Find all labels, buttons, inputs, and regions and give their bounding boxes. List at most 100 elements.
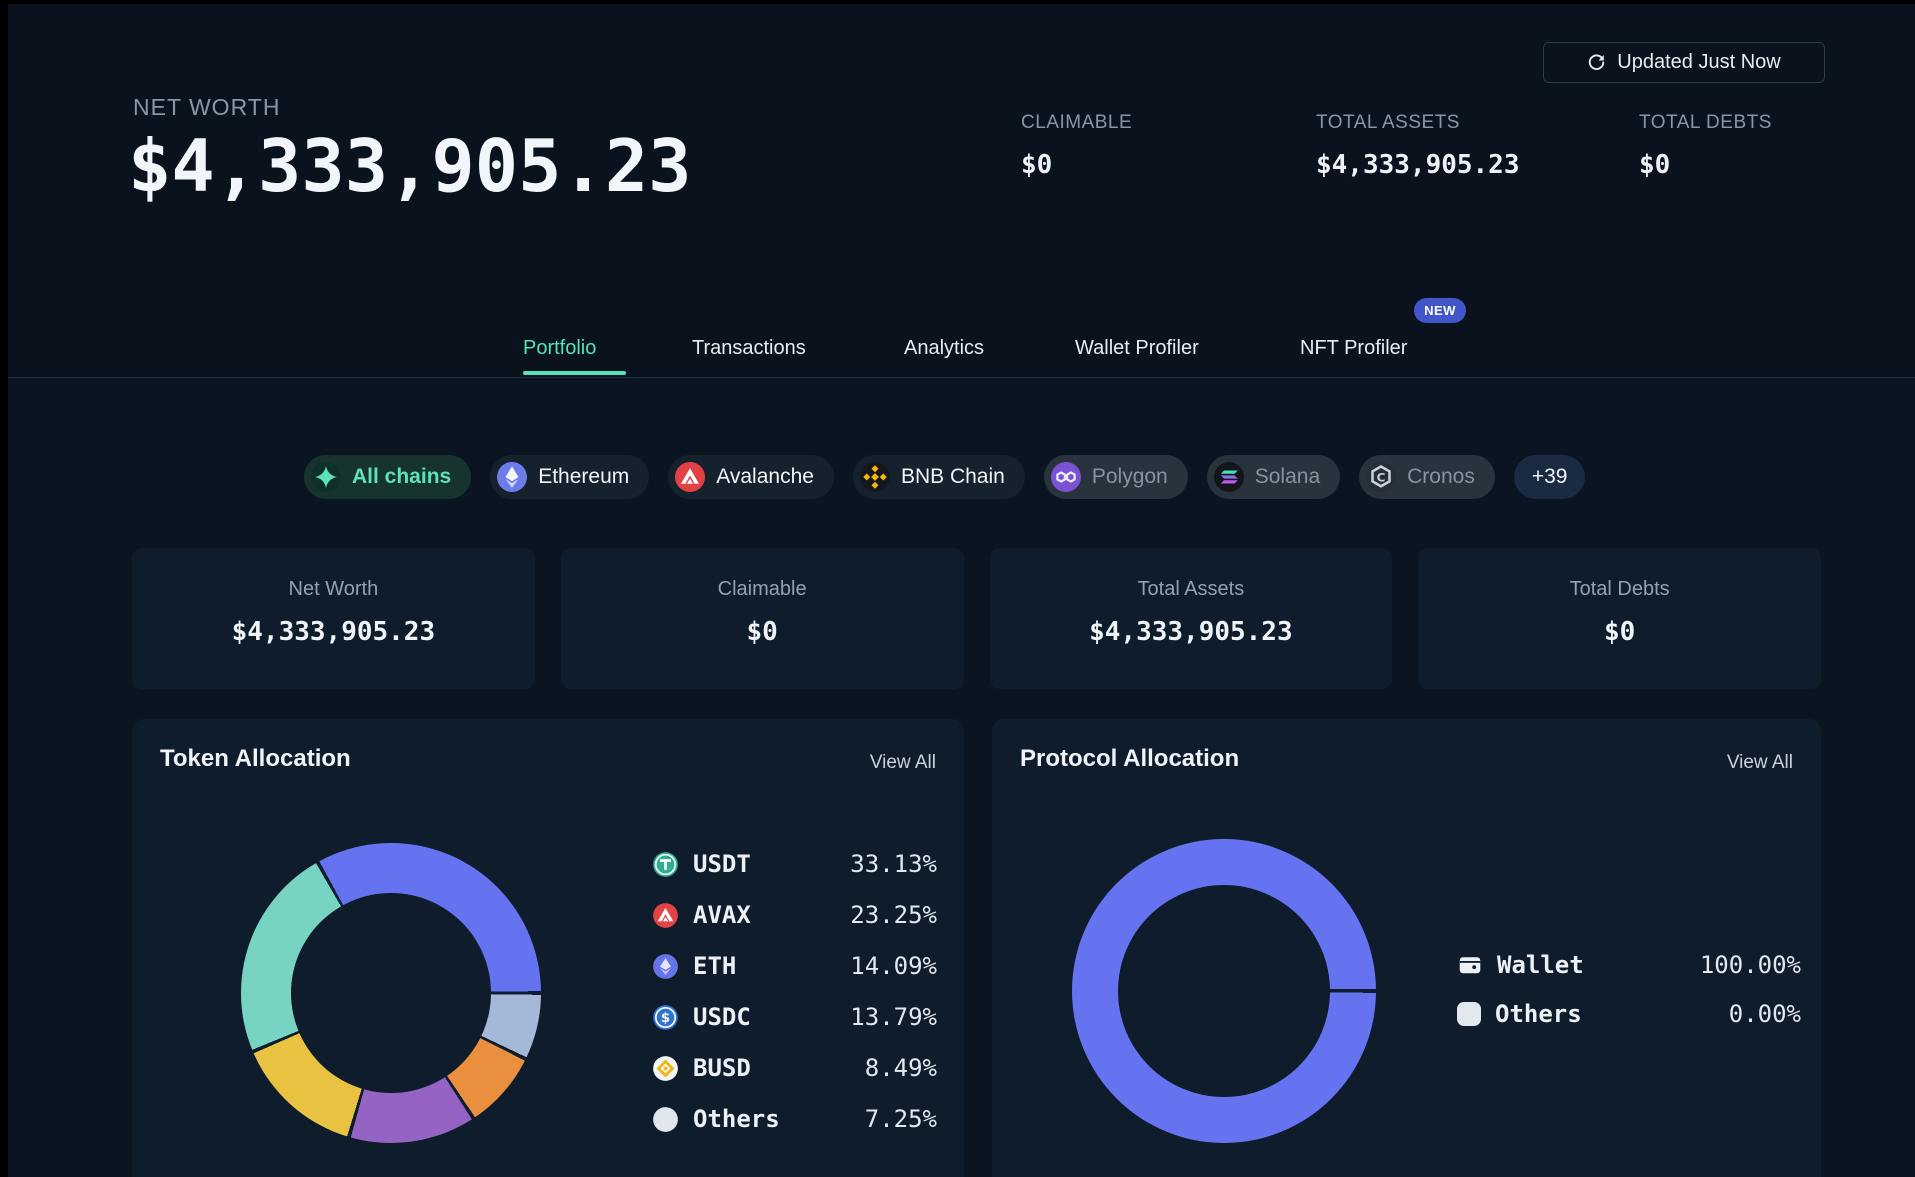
legend-row-eth: ETH 14.09%	[652, 952, 937, 980]
tab-transactions[interactable]: Transactions	[692, 337, 806, 360]
solana-logo-icon	[1214, 462, 1244, 492]
token-percent: 13.79%	[850, 1003, 937, 1031]
card-label: Total Assets	[990, 578, 1393, 601]
chain-chip-ethereum[interactable]: Ethereum	[490, 455, 649, 499]
summary-card-total-assets: Total Assets $4,333,905.23	[990, 548, 1393, 689]
card-label: Total Debts	[1418, 578, 1821, 601]
legend-row-usdt: USDT 33.13%	[652, 850, 937, 878]
token-percent: 7.25%	[865, 1105, 937, 1133]
eth-token-icon	[652, 953, 679, 980]
stat-value: $0	[1639, 150, 1772, 180]
legend-row-others: Others 7.25%	[652, 1105, 937, 1133]
hero-section: Updated Just Now NET WORTH $4,333,905.23…	[8, 4, 1915, 378]
svg-text:$: $	[661, 1010, 670, 1026]
net-worth-label: NET WORTH	[133, 94, 280, 121]
protocol-percent: 0.00%	[1729, 1000, 1801, 1028]
card-value: $0	[561, 617, 964, 647]
protocol-name: Others	[1495, 1000, 1582, 1028]
chip-label: +39	[1532, 465, 1568, 489]
chip-label: Ethereum	[538, 465, 629, 489]
token-symbol: AVAX	[693, 901, 751, 929]
avax-token-icon	[652, 902, 679, 929]
protocol-allocation-title: Protocol Allocation	[1020, 745, 1239, 773]
chain-chip-all-chains[interactable]: All chains	[304, 455, 471, 499]
stat-value: $0	[1021, 150, 1132, 180]
cronos-logo-icon: C	[1366, 462, 1396, 492]
net-worth-value: $4,333,905.23	[128, 124, 692, 208]
legend-row-busd: BUSD 8.49%	[652, 1054, 937, 1082]
new-badge: NEW	[1414, 298, 1466, 323]
protocol-view-all-link[interactable]: View All	[1727, 752, 1793, 774]
chip-label: BNB Chain	[901, 465, 1005, 489]
summary-card-net-worth: Net Worth $4,333,905.23	[132, 548, 535, 689]
chip-label: Solana	[1255, 465, 1320, 489]
chain-chip-solana[interactable]: Solana	[1207, 455, 1340, 499]
chip-label: Cronos	[1407, 465, 1475, 489]
usdc-token-icon: $	[652, 1004, 679, 1031]
summary-cards-row: Net Worth $4,333,905.23 Claimable $0 Tot…	[132, 548, 1821, 689]
card-value: $0	[1418, 617, 1821, 647]
refresh-icon	[1587, 53, 1606, 72]
chip-label: Polygon	[1092, 465, 1168, 489]
chain-chip-more[interactable]: +39	[1514, 455, 1586, 499]
others-protocol-icon	[1457, 1002, 1481, 1026]
stat-claimable: CLAIMABLE $0	[1021, 112, 1132, 180]
legend-row-wallet: Wallet 100.00%	[1457, 951, 1801, 979]
active-tab-underline	[523, 371, 626, 375]
portfolio-dashboard: Updated Just Now NET WORTH $4,333,905.23…	[8, 4, 1915, 1177]
svg-text:C: C	[1377, 470, 1386, 484]
stat-total-assets: TOTAL ASSETS $4,333,905.23	[1316, 112, 1520, 180]
token-view-all-link[interactable]: View All	[870, 752, 936, 774]
token-percent: 14.09%	[850, 952, 937, 980]
token-percent: 23.25%	[850, 901, 937, 929]
app-window: Updated Just Now NET WORTH $4,333,905.23…	[0, 0, 1915, 1177]
tab-portfolio[interactable]: Portfolio	[523, 337, 596, 360]
card-label: Net Worth	[132, 578, 535, 601]
others-token-icon	[652, 1106, 679, 1133]
bnb-logo-icon	[860, 462, 890, 492]
donut-hole	[291, 893, 491, 1093]
legend-row-usdc: $ USDC 13.79%	[652, 1003, 937, 1031]
stat-label: TOTAL DEBTS	[1639, 112, 1772, 134]
ethereum-logo-icon	[497, 462, 527, 492]
summary-card-claimable: Claimable $0	[561, 548, 964, 689]
token-allocation-card: Token Allocation View All USDT 33.13%	[132, 719, 964, 1177]
tab-wallet-profiler[interactable]: Wallet Profiler	[1075, 337, 1199, 360]
chain-chip-avalanche[interactable]: Avalanche	[668, 455, 834, 499]
token-symbol: USDC	[693, 1003, 751, 1031]
card-value: $4,333,905.23	[132, 617, 535, 647]
token-symbol: USDT	[693, 850, 751, 878]
avalanche-logo-icon	[675, 462, 705, 492]
stat-total-debts: TOTAL DEBTS $0	[1639, 112, 1772, 180]
card-value: $4,333,905.23	[990, 617, 1393, 647]
refresh-button-label: Updated Just Now	[1617, 51, 1780, 74]
protocol-allocation-card: Protocol Allocation View All Wallet 100.…	[992, 719, 1821, 1177]
tab-analytics[interactable]: Analytics	[904, 337, 984, 360]
card-label: Claimable	[561, 578, 964, 601]
legend-row-others: Others 0.00%	[1457, 1000, 1801, 1028]
chain-filter-bar: All chains Ethereum Avalanche	[304, 455, 1585, 499]
chain-chip-polygon[interactable]: Polygon	[1044, 455, 1188, 499]
legend-row-avax: AVAX 23.25%	[652, 901, 937, 929]
token-percent: 33.13%	[850, 850, 937, 878]
tab-nft-profiler[interactable]: NFT Profiler	[1300, 337, 1407, 360]
token-percent: 8.49%	[865, 1054, 937, 1082]
chain-chip-bnb-chain[interactable]: BNB Chain	[853, 455, 1025, 499]
token-allocation-donut-chart	[241, 843, 541, 1143]
summary-card-total-debts: Total Debts $0	[1418, 548, 1821, 689]
protocol-percent: 100.00%	[1700, 951, 1801, 979]
refresh-button[interactable]: Updated Just Now	[1543, 42, 1825, 83]
donut-hole	[1118, 885, 1330, 1097]
chain-chip-cronos[interactable]: C Cronos	[1359, 455, 1495, 499]
token-symbol: BUSD	[693, 1054, 751, 1082]
chip-label: Avalanche	[716, 465, 814, 489]
token-allocation-title: Token Allocation	[160, 745, 351, 773]
polygon-logo-icon	[1051, 462, 1081, 492]
stat-value: $4,333,905.23	[1316, 150, 1520, 180]
stat-label: CLAIMABLE	[1021, 112, 1132, 134]
stat-label: TOTAL ASSETS	[1316, 112, 1520, 134]
wallet-icon	[1457, 952, 1483, 978]
donut-segment-seam	[1326, 989, 1378, 992]
token-symbol: Others	[693, 1105, 780, 1133]
token-symbol: ETH	[693, 952, 736, 980]
